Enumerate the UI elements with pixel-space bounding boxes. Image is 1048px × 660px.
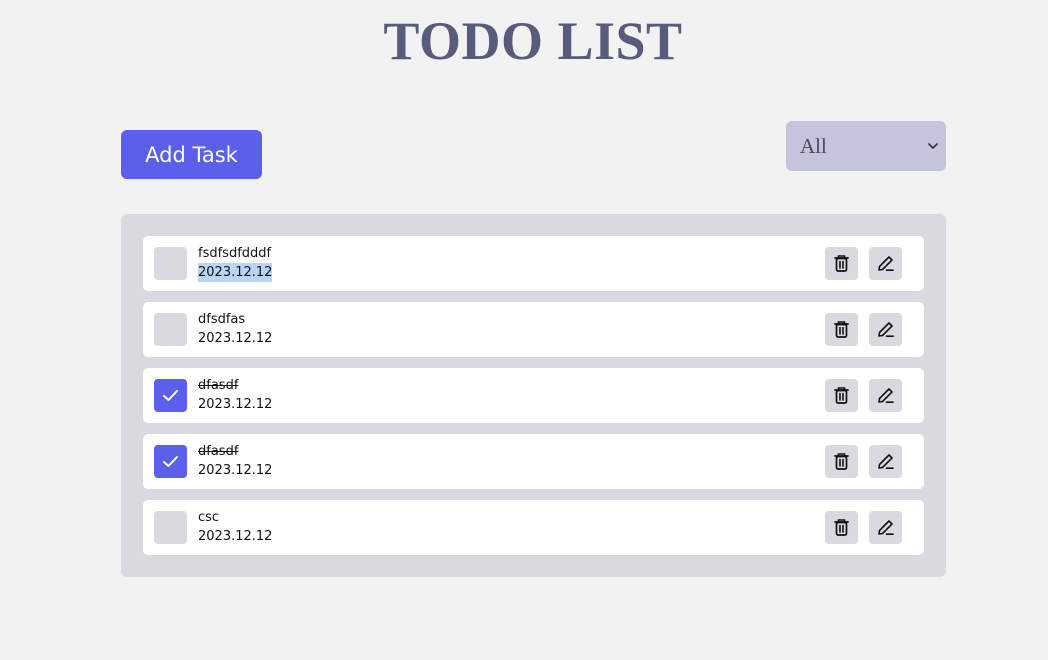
task-date: 2023.12.12 xyxy=(198,263,273,282)
task-date: 2023.12.12 xyxy=(198,529,273,544)
task-date: 2023.12.12 xyxy=(198,463,273,478)
pencil-icon xyxy=(878,454,894,469)
task-checkbox[interactable] xyxy=(154,445,187,478)
task-date: 2023.12.12 xyxy=(198,397,273,412)
page-title: TODO LIST xyxy=(383,11,683,71)
filter-dropdown[interactable]: All xyxy=(786,121,946,171)
pencil-icon xyxy=(878,256,894,271)
task-list: fsdfsdfdddf 2023.12.12 dfsdfas 2023.12.1… xyxy=(121,214,946,577)
task-date: 2023.12.12 xyxy=(198,331,273,346)
task-item: fsdfsdfdddf 2023.12.12 xyxy=(143,236,924,291)
task-text: dfsdfas 2023.12.12 xyxy=(198,311,272,348)
task-title: dfsdfas xyxy=(198,312,246,327)
trash-icon xyxy=(834,255,849,272)
edit-task-button[interactable] xyxy=(869,247,902,280)
edit-task-button[interactable] xyxy=(869,445,902,478)
task-checkbox[interactable] xyxy=(154,247,187,280)
delete-task-button[interactable] xyxy=(825,313,858,346)
delete-task-button[interactable] xyxy=(825,445,858,478)
delete-task-button[interactable] xyxy=(825,247,858,280)
edit-task-button[interactable] xyxy=(869,313,902,346)
task-item: dfasdf 2023.12.12 xyxy=(143,434,924,489)
add-task-button[interactable]: Add Task xyxy=(121,130,262,179)
task-checkbox[interactable] xyxy=(154,379,187,412)
task-item: dfsdfas 2023.12.12 xyxy=(143,302,924,357)
task-title: dfasdf xyxy=(198,444,239,459)
task-title: dfasdf xyxy=(198,378,239,393)
edit-task-button[interactable] xyxy=(869,511,902,544)
pencil-icon xyxy=(878,322,894,337)
task-title: fsdfsdfdddf xyxy=(198,246,272,261)
task-text: csc 2023.12.12 xyxy=(198,509,272,546)
trash-icon xyxy=(834,321,849,338)
task-text: fsdfsdfdddf 2023.12.12 xyxy=(198,245,273,282)
delete-task-button[interactable] xyxy=(825,379,858,412)
trash-icon xyxy=(834,519,849,536)
check-icon xyxy=(163,390,178,401)
task-title: csc xyxy=(198,510,220,525)
task-text: dfasdf 2023.12.12 xyxy=(198,377,272,414)
filter-select[interactable]: All xyxy=(786,121,946,171)
check-icon xyxy=(163,456,178,467)
task-item: csc 2023.12.12 xyxy=(143,500,924,555)
pencil-icon xyxy=(878,388,894,403)
pencil-icon xyxy=(878,520,894,535)
trash-icon xyxy=(834,453,849,470)
todo-app: TODO LIST Add Task All fsdfsdfdddf 2023.… xyxy=(0,0,1048,660)
edit-task-button[interactable] xyxy=(869,379,902,412)
task-checkbox[interactable] xyxy=(154,313,187,346)
delete-task-button[interactable] xyxy=(825,511,858,544)
trash-icon xyxy=(834,387,849,404)
task-checkbox[interactable] xyxy=(154,511,187,544)
task-item: dfasdf 2023.12.12 xyxy=(143,368,924,423)
task-text: dfasdf 2023.12.12 xyxy=(198,443,272,480)
